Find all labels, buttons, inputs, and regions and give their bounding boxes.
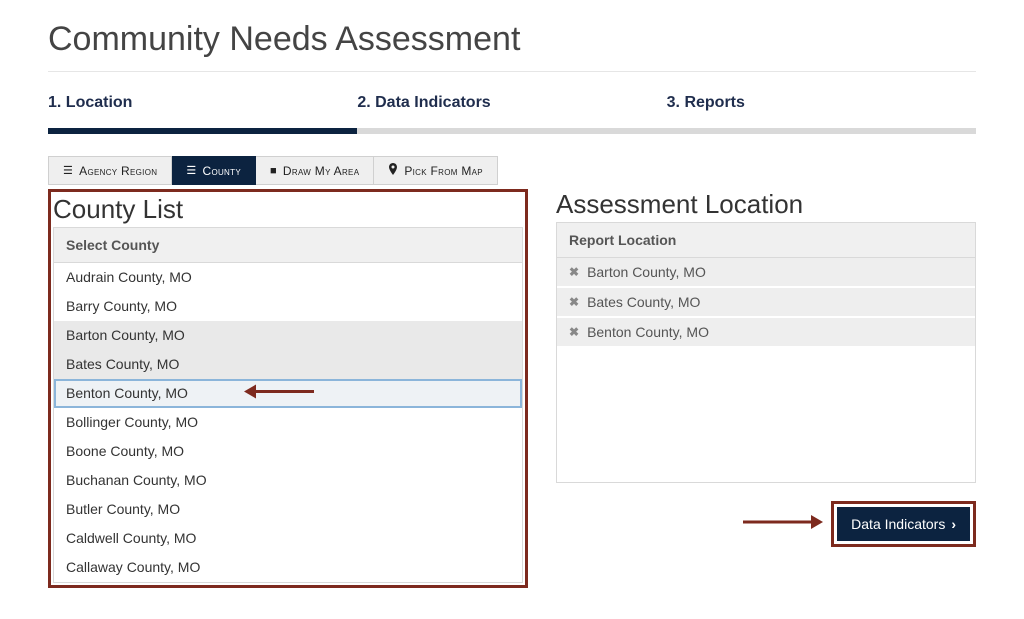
county-label: Barry County, MO — [66, 298, 177, 314]
page-title: Community Needs Assessment — [48, 20, 976, 59]
stepper: 1. Location 2. Data Indicators 3. Report… — [48, 90, 976, 122]
step-data-indicators[interactable]: 2. Data Indicators — [357, 90, 666, 122]
tab-county[interactable]: ☰ County — [172, 156, 256, 185]
assessment-header: Report Location — [557, 223, 975, 258]
stepper-progress — [48, 128, 976, 134]
county-label: Audrain County, MO — [66, 269, 192, 285]
county-label: Benton County, MO — [66, 385, 188, 401]
square-icon: ■ — [270, 165, 277, 177]
county-list-panel: Select County Audrain County, MO Barry Co… — [53, 227, 523, 583]
step-bar-2 — [357, 128, 666, 134]
tab-label: Draw My Area — [283, 164, 359, 178]
county-list-item[interactable]: Benton County, MO — [54, 379, 522, 408]
report-location-item: ✖ Benton County, MO — [557, 318, 975, 348]
pin-icon — [388, 163, 398, 178]
county-list-item[interactable]: Barry County, MO — [54, 292, 522, 321]
data-indicators-button[interactable]: Data Indicators › — [837, 507, 970, 541]
county-list-item[interactable]: Caldwell County, MO — [54, 524, 522, 553]
county-list-item[interactable]: Buchanan County, MO — [54, 466, 522, 495]
report-location-label: Benton County, MO — [587, 324, 709, 340]
tab-label: Agency Region — [79, 164, 157, 178]
location-tabs: ☰ Agency Region ☰ County ■ Draw My Area … — [48, 156, 976, 185]
step-reports[interactable]: 3. Reports — [667, 90, 976, 122]
county-list-title: County List — [53, 194, 523, 225]
tab-label: County — [202, 164, 240, 178]
tab-pick-from-map[interactable]: Pick From Map — [374, 156, 498, 185]
assessment-title: Assessment Location — [556, 189, 976, 220]
county-label: Buchanan County, MO — [66, 472, 207, 488]
report-location-label: Barton County, MO — [587, 264, 706, 280]
annotation-arrow-right — [743, 513, 823, 536]
list-icon: ☰ — [186, 164, 196, 177]
county-label: Callaway County, MO — [66, 559, 200, 575]
report-location-list: ✖ Barton County, MO ✖ Bates County, MO ✖ Bent… — [557, 258, 975, 482]
annotation-frame-button: Data Indicators › — [831, 501, 976, 547]
county-list-header: Select County — [54, 228, 522, 263]
county-list-item[interactable]: Audrain County, MO — [54, 263, 522, 292]
tab-label: Pick From Map — [404, 164, 483, 178]
annotation-arrow-left — [244, 384, 314, 403]
county-label: Caldwell County, MO — [66, 530, 196, 546]
county-list-item[interactable]: Barton County, MO — [54, 321, 522, 350]
county-list-item[interactable]: Bates County, MO — [54, 350, 522, 379]
annotation-frame-county: County List Select County Audrain County… — [48, 189, 528, 588]
remove-icon[interactable]: ✖ — [569, 265, 579, 279]
county-label: Bates County, MO — [66, 356, 179, 372]
assessment-panel: Report Location ✖ Barton County, MO ✖ Bates… — [556, 222, 976, 483]
county-list-item[interactable]: Butler County, MO — [54, 495, 522, 524]
report-location-item: ✖ Bates County, MO — [557, 288, 975, 318]
chevron-right-icon: › — [951, 516, 956, 532]
step-bar-3 — [667, 128, 976, 134]
county-list: Audrain County, MO Barry County, MO Barton… — [54, 263, 522, 582]
county-label: Bollinger County, MO — [66, 414, 198, 430]
remove-icon[interactable]: ✖ — [569, 295, 579, 309]
button-label: Data Indicators — [851, 516, 945, 532]
divider — [48, 71, 976, 72]
footer-row: Data Indicators › — [556, 501, 976, 547]
county-list-item[interactable]: Bollinger County, MO — [54, 408, 522, 437]
tab-agency-region[interactable]: ☰ Agency Region — [48, 156, 172, 185]
report-location-label: Bates County, MO — [587, 294, 700, 310]
county-label: Butler County, MO — [66, 501, 180, 517]
remove-icon[interactable]: ✖ — [569, 325, 579, 339]
tab-draw-my-area[interactable]: ■ Draw My Area — [256, 156, 374, 185]
county-list-item[interactable]: Callaway County, MO — [54, 553, 522, 582]
county-label: Boone County, MO — [66, 443, 184, 459]
county-list-item[interactable]: Boone County, MO — [54, 437, 522, 466]
report-location-item: ✖ Barton County, MO — [557, 258, 975, 288]
step-location[interactable]: 1. Location — [48, 90, 357, 122]
county-label: Barton County, MO — [66, 327, 185, 343]
list-icon: ☰ — [63, 164, 73, 177]
step-bar-1 — [48, 128, 357, 134]
